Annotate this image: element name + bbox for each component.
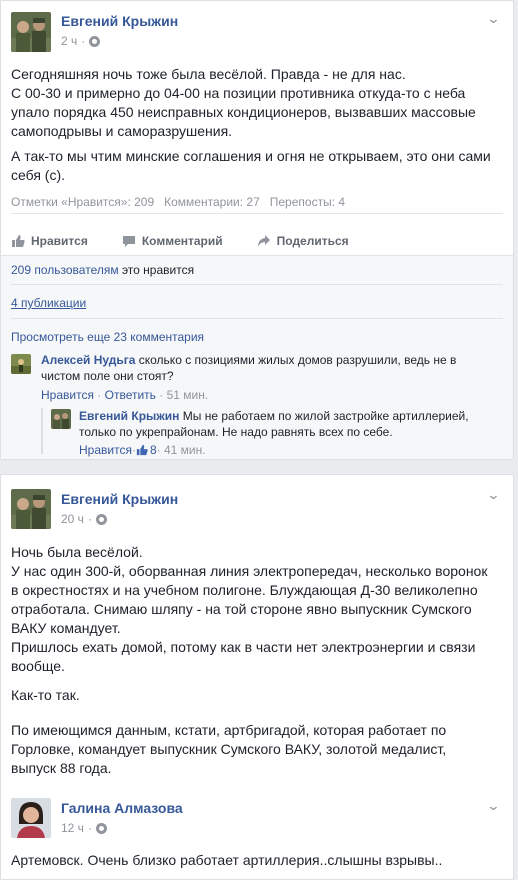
reply-like-count[interactable]: 8 [150, 443, 157, 457]
post-meta: 20 ч · [61, 512, 107, 526]
comment-meta: Нравится · Ответить · 51 мин. [41, 388, 209, 402]
comment-like-link[interactable]: Нравится [41, 388, 94, 402]
likes-count-link[interactable]: 209 пользователям [11, 263, 119, 277]
post-author[interactable]: Евгений Крыжин [61, 491, 178, 507]
comment-reply-link[interactable]: Ответить [105, 388, 156, 402]
more-comments-link[interactable]: Просмотреть еще 23 комментария [11, 330, 204, 344]
reply-like-link[interactable]: Нравится [79, 443, 132, 457]
comment-icon [122, 236, 135, 247]
post-card-2: Евгений Крыжин 20 ч · ⌄ Ночь была весёло… [0, 474, 514, 790]
comment: Алексей Нудьга сколько с позициями жилых… [41, 352, 497, 384]
like-label: Нравится [31, 234, 88, 248]
post-card-1: Евгений Крыжин 2 ч · ⌄ Сегодняшняя ночь … [0, 0, 514, 460]
post-stats: Отметки «Нравится»: 209 Комментарии: 27 … [11, 195, 345, 209]
globe-icon [95, 513, 107, 525]
author-avatar[interactable] [11, 798, 51, 838]
globe-icon [95, 822, 107, 834]
likes-stat[interactable]: Отметки «Нравится»: 209 [11, 195, 154, 209]
comment-label: Комментарий [141, 234, 223, 248]
publications-link[interactable]: 4 публикации [11, 296, 86, 310]
like-button[interactable]: Нравится [11, 227, 88, 255]
chevron-down-icon[interactable]: ⌄ [486, 798, 500, 814]
post-author[interactable]: Евгений Крыжин [61, 13, 178, 29]
post-meta: 2 ч · [61, 34, 101, 48]
post-paragraph: А так-то мы чтим минские соглашения и ог… [11, 148, 491, 183]
comments-section: 209 пользователям это нравится 4 публика… [1, 255, 513, 459]
author-avatar[interactable] [11, 489, 51, 529]
author-avatar[interactable] [11, 12, 51, 52]
reply-comment: Евгений Крыжин Мы не работаем по жилой з… [79, 408, 497, 440]
post-text: Ночь была весёлой. У нас один 300-й, обо… [11, 543, 493, 784]
comments-stat[interactable]: Комментарии: 27 [164, 195, 260, 209]
shares-stat[interactable]: Перепосты: 4 [270, 195, 345, 209]
reply-thread-line [41, 408, 43, 454]
post-paragraph: Как-то так. [11, 687, 80, 703]
post-text: Сегодняшняя ночь тоже была весёлой. Прав… [11, 65, 493, 191]
post-card-3: Галина Алмазова 12 ч · ⌄ Артемовск. Очен… [0, 788, 514, 880]
chevron-down-icon[interactable]: ⌄ [486, 487, 500, 503]
divider [11, 318, 503, 319]
comment-button[interactable]: Комментарий [122, 227, 223, 255]
reply-author[interactable]: Евгений Крыжин [79, 409, 179, 423]
post-time[interactable]: 2 ч [61, 34, 77, 48]
like-count-icon [136, 444, 148, 456]
globe-icon [89, 35, 101, 47]
likes-line: 209 пользователям это нравится [11, 263, 195, 277]
thumbs-up-icon [12, 235, 25, 247]
post-paragraph: Ночь была весёлой. У нас один 300-й, обо… [11, 544, 488, 674]
divider [11, 284, 503, 285]
reply-meta: Нравится · 8 · 41 мин. [79, 443, 206, 457]
post-text: Артемовск. Очень близко работает артилле… [11, 851, 493, 876]
share-button[interactable]: Поделиться [257, 227, 349, 255]
comment-time[interactable]: · 51 мин. [156, 388, 208, 402]
reply-avatar[interactable] [51, 409, 71, 429]
post-time[interactable]: 20 ч [61, 512, 84, 526]
more-comments-row: Просмотреть еще 23 комментария [11, 330, 503, 344]
share-label: Поделиться [276, 234, 349, 248]
chevron-down-icon[interactable]: ⌄ [486, 11, 500, 27]
post-time[interactable]: 12 ч [61, 821, 84, 835]
post-author[interactable]: Галина Алмазова [61, 800, 183, 816]
commenter-avatar[interactable] [11, 354, 31, 374]
share-icon [257, 235, 270, 247]
post-paragraph: Артемовск. Очень близко работает артилле… [11, 852, 443, 868]
post-meta: 12 ч · [61, 821, 107, 835]
comment-author[interactable]: Алексей Нудьга [41, 353, 135, 367]
post-paragraph: По имеющимся данным, кстати, артбригадой… [11, 722, 447, 776]
action-bar: Нравится Комментарий Поделиться [11, 213, 503, 255]
post-paragraph: Сегодняшняя ночь тоже была весёлой. Прав… [11, 66, 476, 139]
publications-row: 4 публикации [11, 296, 503, 310]
reply-time[interactable]: · 41 мин. [157, 443, 206, 457]
